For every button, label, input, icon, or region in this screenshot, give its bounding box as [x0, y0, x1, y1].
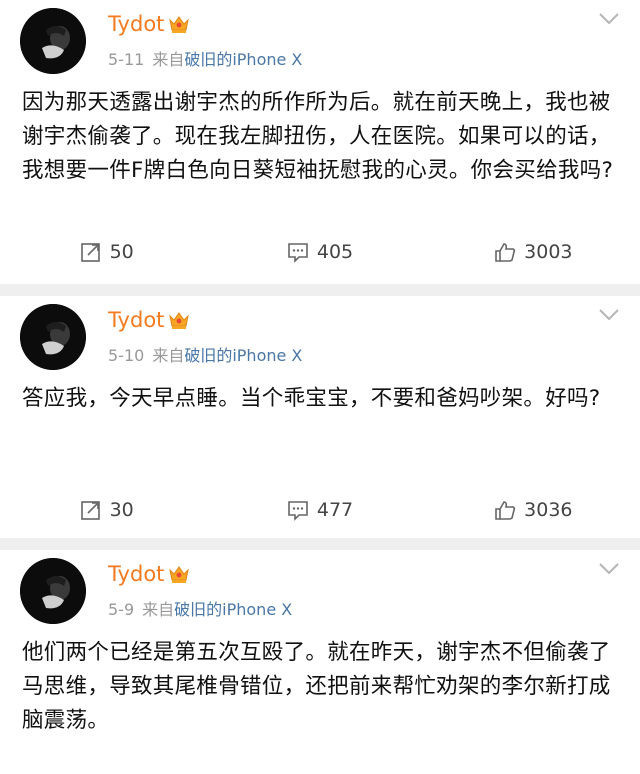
chevron-down-icon[interactable] [598, 562, 620, 576]
post-date: 5-10 [108, 346, 145, 365]
comment-icon [288, 243, 308, 263]
username[interactable]: Tydot [108, 12, 190, 36]
username[interactable]: Tydot [108, 562, 190, 586]
post-actions: 50 405 3003 [0, 224, 640, 280]
chevron-down-icon[interactable] [598, 12, 620, 26]
post-text: 答应我，今天早点睡。当个乖宝宝，不要和爸妈吵架。好吗? [22, 386, 601, 411]
repost-icon [80, 501, 100, 520]
post-header: Tydot 5-11 来自破旧的iPhone X [0, 0, 640, 80]
like-button[interactable]: 3036 [427, 499, 640, 521]
username[interactable]: Tydot [108, 308, 190, 332]
vip-crown-icon [169, 312, 190, 329]
like-button[interactable]: 3003 [427, 241, 640, 263]
vip-crown-icon [169, 16, 190, 33]
avatar[interactable] [20, 304, 86, 370]
repost-count: 50 [109, 241, 134, 263]
comment-count: 405 [316, 241, 354, 263]
post-text: 因为那天透露出谢宇杰的所作所为后。就在前天晚上，我也被谢宇杰偷袭了。现在我左脚扭… [22, 90, 614, 183]
post-actions: 30 477 3036 [0, 482, 640, 538]
source-prefix: 来自 [152, 50, 185, 69]
repost-button[interactable]: 50 [0, 241, 213, 263]
comment-button[interactable]: 405 [213, 241, 426, 263]
source-prefix: 来自 [142, 600, 175, 619]
post-text: 他们两个已经是第五次互殴了。就在昨天，谢宇杰不但偷袭了马思维，导致其尾椎骨错位，… [22, 640, 611, 733]
source-prefix: 来自 [152, 346, 185, 365]
post-meta: 5-9 来自破旧的iPhone X [108, 600, 292, 620]
username-text[interactable]: Tydot [108, 562, 164, 586]
comment-count: 477 [316, 499, 354, 521]
post-date: 5-11 [108, 50, 145, 69]
repost-count: 30 [109, 499, 134, 521]
repost-button[interactable]: 30 [0, 499, 213, 521]
avatar[interactable] [20, 8, 86, 74]
comment-icon [288, 501, 308, 521]
post-card: Tydot 5-9 来自破旧的iPhone X 他们两个已经是第五次互殴了。就在昨… [0, 550, 640, 774]
username-text[interactable]: Tydot [108, 12, 164, 36]
post-meta: 5-10 来自破旧的iPhone X [108, 346, 302, 366]
like-count: 3003 [524, 241, 573, 263]
source-device[interactable]: 破旧的iPhone X [184, 50, 302, 69]
username-text[interactable]: Tydot [108, 308, 164, 332]
like-count: 3036 [524, 499, 573, 521]
chevron-down-icon[interactable] [598, 308, 620, 322]
vip-crown-icon [169, 566, 190, 583]
post-header: Tydot 5-10 来自破旧的iPhone X [0, 296, 640, 376]
avatar[interactable] [20, 558, 86, 624]
source-device[interactable]: 破旧的iPhone X [174, 600, 292, 619]
post-meta: 5-11 来自破旧的iPhone X [108, 50, 302, 70]
repost-icon [80, 243, 100, 262]
thumbs-up-icon [495, 501, 516, 520]
source-device[interactable]: 破旧的iPhone X [184, 346, 302, 365]
comment-button[interactable]: 477 [213, 499, 426, 521]
post-date: 5-9 [108, 600, 135, 619]
weibo-feed: Tydot 5-11 来自破旧的iPhone X 因为那天透露出谢宇杰的所作所为后… [0, 0, 640, 774]
post-card: Tydot 5-10 来自破旧的iPhone X 答应我，今天早点睡。当个乖宝宝，… [0, 296, 640, 538]
post-card: Tydot 5-11 来自破旧的iPhone X 因为那天透露出谢宇杰的所作所为后… [0, 0, 640, 284]
thumbs-up-icon [495, 243, 516, 262]
post-header: Tydot 5-9 来自破旧的iPhone X [0, 550, 640, 630]
